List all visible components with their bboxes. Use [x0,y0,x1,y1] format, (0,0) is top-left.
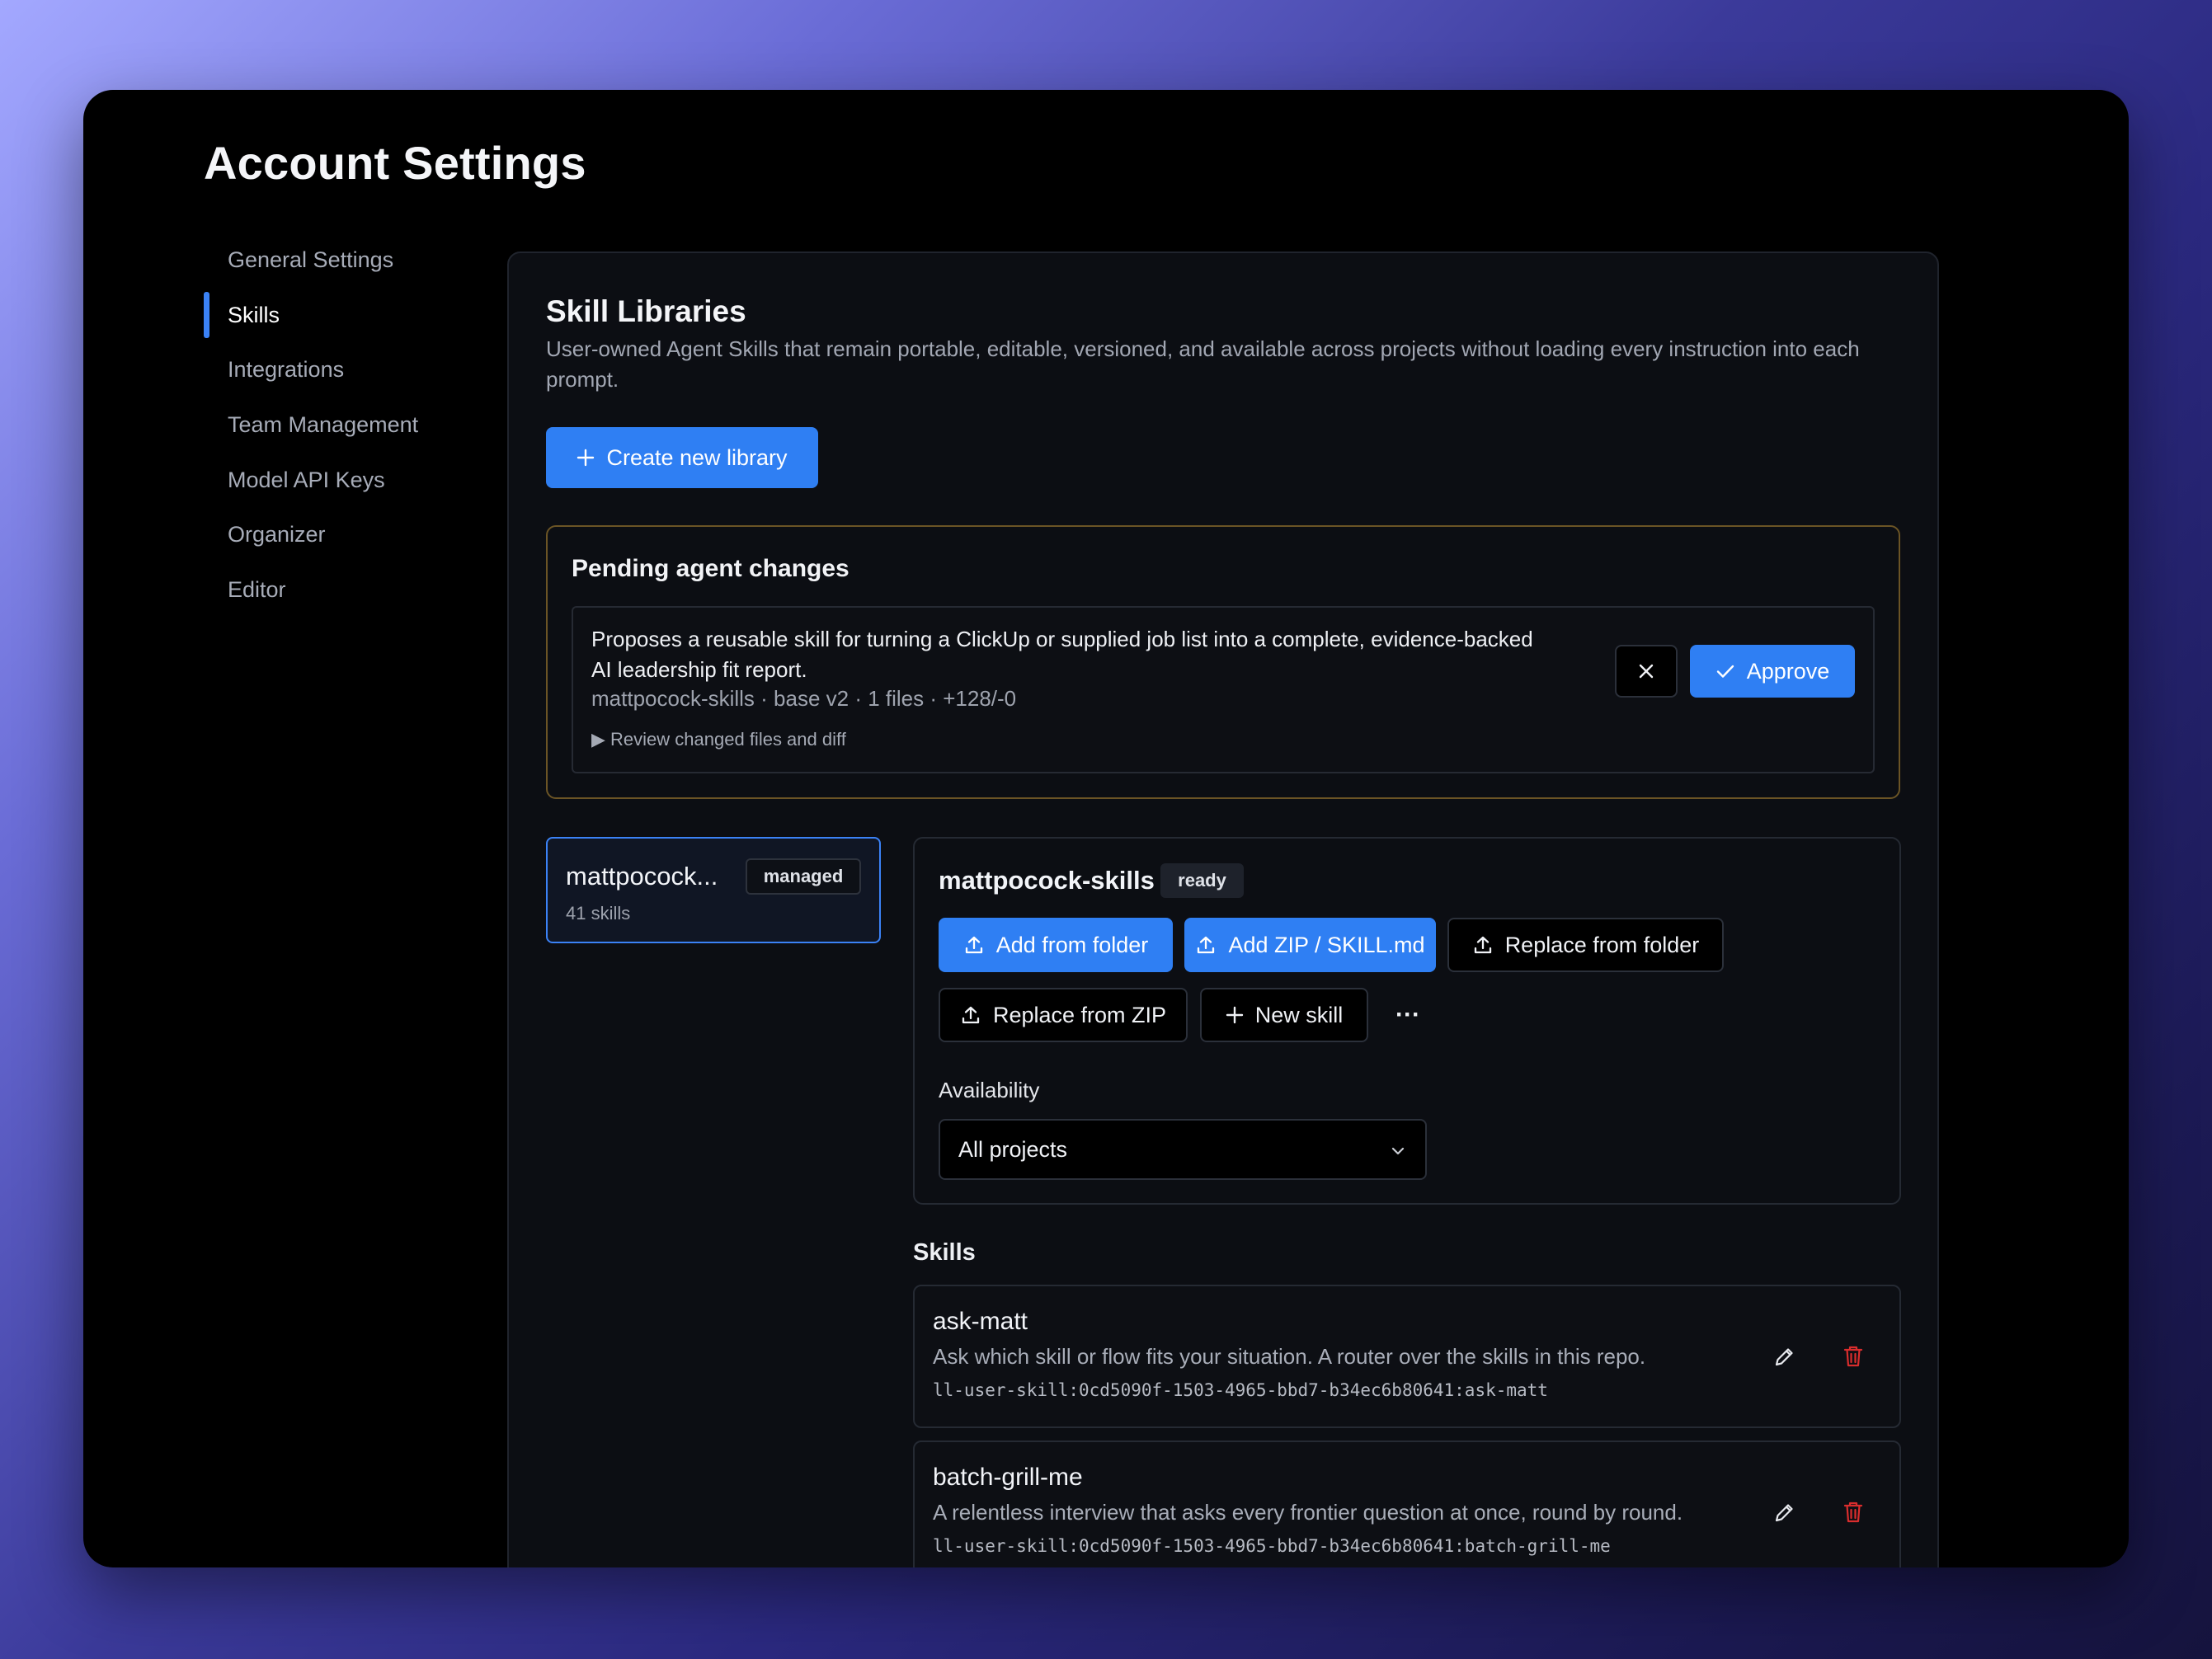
trash-icon[interactable] [1842,1344,1865,1369]
sidebar-item-model-api-keys[interactable]: Model API Keys [204,453,484,508]
settings-sidebar: General Settings Skills Integrations Tea… [204,233,484,618]
replace-from-zip-button[interactable]: Replace from ZIP [939,988,1188,1042]
skill-libraries-panel: Skill Libraries User-owned Agent Skills … [507,251,1939,1567]
library-card[interactable]: mattpocock... managed 41 skills [546,837,881,943]
replace-from-folder-label: Replace from folder [1504,932,1700,957]
library-skill-count: 41 skills [566,903,631,923]
review-diff-label: Review changed files and diff [610,729,846,750]
pending-meta: mattpocock-skills · base v2 · 1 files · … [591,686,1017,711]
add-zip-button[interactable]: Add ZIP / SKILL.md [1184,918,1436,972]
add-from-folder-button[interactable]: Add from folder [939,918,1173,972]
page-title: Account Settings [204,137,586,189]
approve-label: Approve [1746,658,1830,684]
pending-description: Proposes a reusable skill for turning a … [591,627,1533,682]
new-skill-button[interactable]: New skill [1200,988,1368,1042]
sidebar-item-organizer[interactable]: Organizer [204,507,484,562]
skill-description: Ask which skill or flow fits your situat… [933,1344,1646,1369]
skill-description: A relentless interview that asks every f… [933,1500,1683,1525]
skill-item: ask-matt Ask which skill or flow fits yo… [913,1285,1901,1428]
library-name: mattpocock... [566,862,718,891]
status-badge: ready [1160,863,1244,898]
managed-badge: managed [746,858,861,895]
check-icon [1715,661,1735,681]
pencil-icon[interactable] [1772,1500,1797,1525]
pencil-icon[interactable] [1772,1344,1797,1369]
pending-changes-box: Pending agent changes Proposes a reusabl… [546,525,1900,799]
approve-button[interactable]: Approve [1690,645,1855,698]
upload-icon [1195,934,1217,956]
upload-icon [960,1004,981,1026]
upload-icon [1472,934,1494,956]
skill-item: batch-grill-me A relentless interview th… [913,1440,1901,1567]
upload-icon [963,934,985,956]
section-description: User-owned Agent Skills that remain port… [546,336,1860,392]
trash-icon[interactable] [1842,1500,1865,1525]
sidebar-item-team-management[interactable]: Team Management [204,397,484,453]
replace-from-folder-button[interactable]: Replace from folder [1447,918,1724,972]
create-library-label: Create new library [606,444,788,470]
section-title: Skill Libraries [546,294,746,328]
plus-icon [1226,1006,1244,1024]
chevron-down-icon [1389,1142,1407,1160]
ellipsis-icon: ··· [1395,1001,1420,1028]
replace-from-zip-label: Replace from ZIP [992,1002,1167,1027]
skill-name: ask-matt [933,1308,1028,1335]
close-icon [1637,662,1655,680]
availability-select[interactable]: All projects [939,1119,1427,1180]
sidebar-item-skills[interactable]: Skills [204,288,484,343]
skill-id: ll-user-skill:0cd5090f-1503-4965-bbd7-b3… [933,1536,1611,1556]
pending-title: Pending agent changes [572,555,850,582]
library-detail: mattpocock-skills ready Add from folder … [913,837,1901,1205]
availability-value: All projects [958,1137,1068,1162]
skills-title: Skills [913,1239,976,1266]
sidebar-item-general-settings[interactable]: General Settings [204,233,484,288]
sidebar-item-editor[interactable]: Editor [204,562,484,618]
app-window: Account Settings General Settings Skills… [83,90,2129,1567]
reject-button[interactable] [1615,645,1678,698]
availability-label: Availability [939,1078,1040,1102]
sidebar-item-integrations[interactable]: Integrations [204,342,484,397]
add-from-folder-label: Add from folder [995,932,1149,957]
skill-name: batch-grill-me [933,1464,1083,1491]
add-zip-label: Add ZIP / SKILL.md [1228,932,1425,957]
pending-change-card: Proposes a reusable skill for turning a … [572,606,1875,773]
plus-icon [577,449,595,467]
new-skill-label: New skill [1254,1002,1344,1027]
more-actions-button[interactable]: ··· [1383,988,1433,1042]
create-library-button[interactable]: Create new library [546,427,818,488]
review-diff-toggle[interactable]: ▶ Review changed files and diff [591,729,846,750]
caret-right-icon: ▶ [591,729,605,750]
detail-library-name: mattpocock-skills [939,866,1155,895]
skill-id: ll-user-skill:0cd5090f-1503-4965-bbd7-b3… [933,1380,1548,1400]
